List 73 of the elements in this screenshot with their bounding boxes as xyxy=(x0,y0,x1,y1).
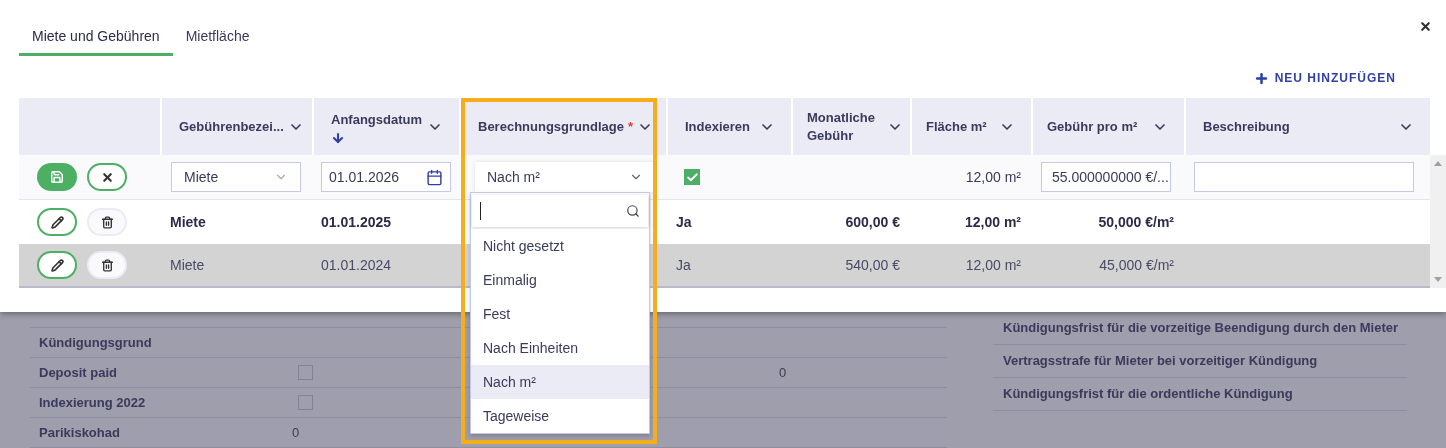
trash-icon xyxy=(100,215,114,229)
dropdown-option[interactable]: Nicht gesetzt xyxy=(471,229,649,263)
column-header[interactable]: Beschreibung xyxy=(1186,98,1430,155)
edit-button[interactable] xyxy=(37,251,77,279)
pencil-icon xyxy=(50,215,64,229)
field-label: Indexierung 2022 xyxy=(38,393,147,412)
description-field[interactable] xyxy=(1194,162,1414,192)
column-header[interactable]: Monatliche Gebühr xyxy=(793,98,910,155)
column-label: Berechnungsgrundlage xyxy=(478,117,624,136)
dropdown-option[interactable]: Fest xyxy=(471,297,649,331)
table-cell-text: 12,00 m² xyxy=(963,212,1022,232)
table-cell-text: 01.01.2025 xyxy=(320,212,393,232)
column-label: Gebühr pro m² xyxy=(1047,117,1138,136)
tab[interactable]: Mietfläche xyxy=(172,20,263,56)
column-label: Monatliche Gebühr xyxy=(807,108,876,145)
column-header[interactable]: Gebührenbezei... xyxy=(162,98,312,155)
dropdown-option[interactable]: Tageweise xyxy=(471,399,649,433)
column-header[interactable]: Fläche m² xyxy=(912,98,1031,155)
edit-button[interactable] xyxy=(37,208,77,236)
field-value: 0 xyxy=(779,363,787,382)
search-field[interactable] xyxy=(472,195,648,227)
column-header[interactable]: Gebühr pro m² xyxy=(1033,98,1184,155)
column-header[interactable]: Indexieren xyxy=(668,98,791,155)
column-header[interactable]: Anfangsdatum xyxy=(314,98,459,155)
tab[interactable]: Miete und Gebühren xyxy=(19,20,173,56)
field-value: 0 xyxy=(292,423,300,442)
table-cell-text: Miete xyxy=(169,255,206,275)
column-label: Gebührenbezei... xyxy=(179,117,284,136)
checkbox[interactable] xyxy=(684,169,700,185)
delete-button[interactable] xyxy=(87,251,127,279)
table-cell-text: 12,00 m² xyxy=(964,255,1022,275)
table-cell-text: Ja xyxy=(675,212,693,232)
column-label: Beschreibung xyxy=(1203,117,1290,136)
table-cell-text: 12,00 m² xyxy=(964,167,1022,187)
field-label: Deposit paid xyxy=(38,363,118,382)
table-cell-text: 600,00 € xyxy=(844,212,901,232)
save-button[interactable] xyxy=(37,163,77,191)
required-mark: * xyxy=(627,117,633,136)
table-cell-text: 45,000 €/m² xyxy=(1098,255,1175,275)
dropdown-option[interactable]: Nach Einheiten xyxy=(471,331,649,365)
delete-button[interactable] xyxy=(87,208,127,236)
table-cell-text: 540,00 € xyxy=(844,255,901,275)
checkbox[interactable] xyxy=(298,365,313,380)
add-new-button[interactable]: NEU HINZUFÜGEN xyxy=(1253,68,1396,88)
close-icon[interactable] xyxy=(1419,20,1432,33)
close-icon xyxy=(100,170,114,184)
column-label: Anfangsdatum xyxy=(331,110,422,129)
basis-select[interactable]: Nach m² xyxy=(475,162,655,192)
table-cell-text: 50,000 €/m² xyxy=(1097,212,1175,232)
field-label: Kündigungsgrund xyxy=(38,333,153,352)
cancel-button[interactable] xyxy=(87,163,127,191)
field-label: Kündigungsfrist für die ordentliche Kündigung xyxy=(1003,385,1294,403)
fee-name-select[interactable]: Miete xyxy=(171,162,301,192)
fee-per-m2-field[interactable]: 55.000000000 €/... xyxy=(1041,162,1171,192)
dropdown-option[interactable]: Einmalig xyxy=(471,263,649,297)
table-cell-text: 01.01.2024 xyxy=(320,255,393,275)
field-label: Vertragsstrafe für Mieter bei vorzeitiger Kündigung xyxy=(1003,352,1319,370)
table-cell-text: Miete xyxy=(169,212,207,232)
trash-icon xyxy=(100,258,114,272)
dropdown-option[interactable]: Nach m² xyxy=(471,365,649,399)
field-label: Parikiskohad xyxy=(38,423,121,442)
table-cell-text: Ja xyxy=(675,255,692,275)
column-label: Fläche m² xyxy=(926,117,987,136)
column-label: Indexieren xyxy=(685,117,751,136)
checkbox[interactable] xyxy=(298,395,313,410)
save-icon xyxy=(50,170,64,184)
field-label: Kündigungsfrist für die vorzeitige Beendigung durch den Mieter xyxy=(1003,319,1400,337)
plus-icon xyxy=(1253,70,1269,86)
sort-arrow-icon[interactable] xyxy=(331,130,345,145)
date-field[interactable]: 01.01.2026 xyxy=(321,162,451,192)
pencil-icon xyxy=(50,258,64,272)
search-icon xyxy=(626,204,640,218)
calendar-icon[interactable] xyxy=(426,168,443,186)
